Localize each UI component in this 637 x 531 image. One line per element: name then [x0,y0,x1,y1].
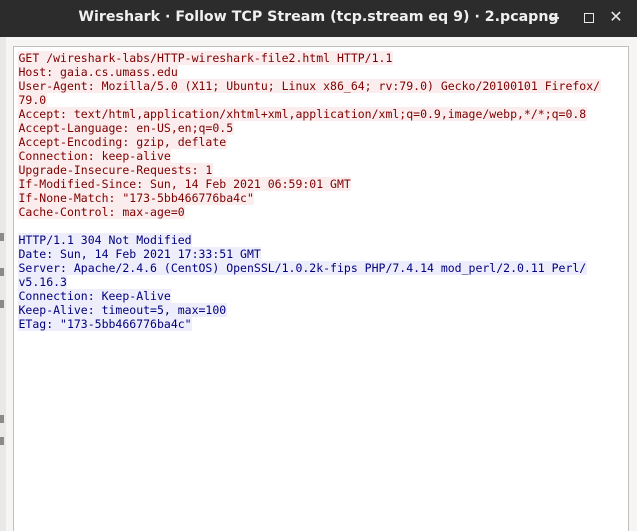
client-line: GET /wireshark-labs/HTTP-wireshark-file2… [18,51,393,65]
server-line: Date: Sun, 14 Feb 2021 17:33:51 GMT [18,247,262,261]
server-line: Connection: Keep-Alive [18,289,172,303]
client-line: If-Modified-Since: Sun, 14 Feb 2021 06:5… [18,177,352,191]
client-line: Accept-Language: en-US,en;q=0.5 [18,121,234,135]
server-line: Keep-Alive: timeout=5, max=100 [18,303,227,317]
server-response-block: HTTP/1.1 304 Not Modified Date: Sun, 14 … [18,233,618,331]
client-line: User-Agent: Mozilla/5.0 (X11; Ubuntu; Li… [18,79,601,93]
edge-mark [0,233,4,241]
title-bar[interactable]: Wireshark · Follow TCP Stream (tcp.strea… [0,0,637,37]
client-line: Cache-Control: max-age=0 [18,205,186,219]
client-line: Accept: text/html,application/xhtml+xml,… [18,107,587,121]
background-window-edge [0,37,6,531]
client-line: Upgrade-Insecure-Requests: 1 [18,163,213,177]
client-line: If-None-Match: "173-5bb466776ba4c" [18,191,255,205]
close-icon: ✕ [609,7,623,26]
maximize-icon [584,12,594,23]
client-line: Connection: keep-alive [18,149,172,163]
maximize-button[interactable] [578,6,600,28]
edge-mark [0,415,4,423]
client-line: Host: gaia.cs.umass.edu [18,65,179,79]
edge-mark [0,268,4,276]
stream-text-view[interactable]: GET /wireshark-labs/HTTP-wireshark-file2… [13,46,629,531]
server-line: ETag: "173-5bb466776ba4c" [18,317,193,331]
follow-tcp-stream-window: Wireshark · Follow TCP Stream (tcp.strea… [0,0,637,531]
edge-mark [0,437,4,445]
server-line: HTTP/1.1 304 Not Modified [18,233,193,247]
client-line: Accept-Encoding: gzip, deflate [18,135,227,149]
minimize-button[interactable] [543,6,565,28]
edge-mark [0,300,4,308]
stream-content: GET /wireshark-labs/HTTP-wireshark-file2… [18,51,618,331]
close-button[interactable]: ✕ [605,6,627,28]
server-line: Server: Apache/2.4.6 (CentOS) OpenSSL/1.… [18,261,587,275]
window-title: Wireshark · Follow TCP Stream (tcp.strea… [78,9,559,25]
minimize-icon [549,16,559,19]
server-line: v5.16.3 [18,275,68,289]
client-request-block: GET /wireshark-labs/HTTP-wireshark-file2… [18,51,618,219]
client-line: 79.0 [18,93,47,107]
